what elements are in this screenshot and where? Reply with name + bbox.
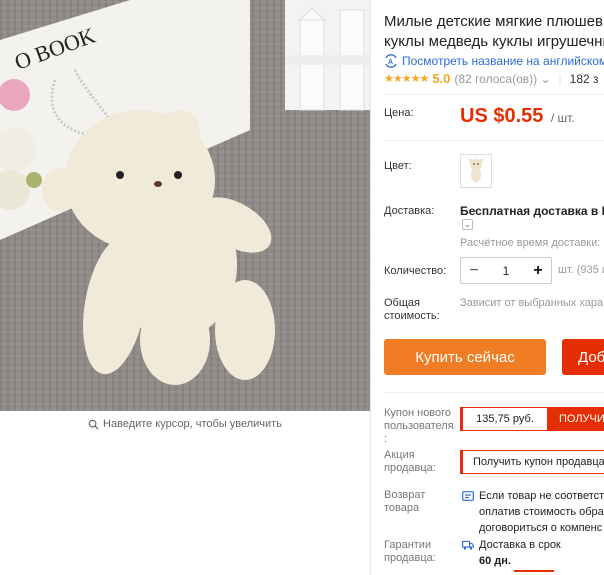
product-main-image[interactable]: O BOOK (0, 0, 370, 411)
get-coupon-button[interactable]: ПОЛУЧИ (547, 408, 604, 430)
column-divider (370, 0, 371, 575)
product-title: Милые детские мягкие плюшевые куклы медв… (384, 12, 604, 52)
new-user-coupon-label-line-1: Купон нового (384, 407, 452, 419)
svg-text:A: A (388, 59, 393, 66)
add-to-cart-button[interactable]: Доб (562, 339, 604, 375)
return-policy-line-2: оплатив стоимость обра (479, 506, 604, 518)
divider (384, 392, 604, 393)
price: US $0.55 / шт. (460, 105, 575, 128)
color-label: Цвет: (384, 160, 412, 172)
buy-now-button[interactable]: Купить сейчас (384, 339, 546, 375)
seller-guarantee-label-line-1: Гарантии (384, 539, 432, 551)
returns-label-line-2: товара (384, 502, 420, 514)
product-title-line-1: Милые детские мягкие плюшевые (384, 13, 604, 30)
new-user-coupon-label-line-3: : (384, 433, 388, 445)
rating-value: 5.0 (432, 71, 451, 86)
orders-count: 182 з (569, 71, 599, 86)
seller-guarantee-label: Гарантии продавца: (384, 539, 436, 565)
bear-thumbnail-icon (469, 159, 483, 182)
guarantee-days: 60 дн. (479, 555, 511, 567)
seller-guarantee-text: Доставка в срок 60 дн. (479, 537, 561, 569)
shipping-label: Доставка: (384, 205, 435, 217)
coupon-value: 135,75 руб. (476, 413, 534, 425)
zoom-hint-text: Наведите курсор, чтобы увеличить (103, 418, 282, 430)
shipping-option[interactable]: Бесплатная доставка в Rus (460, 204, 604, 218)
seller-promo-label-line-2: продавца: (384, 462, 436, 474)
rating-row: ★★★★★ 5.0 (82 голоса(ов)) ⌄ | 182 з (384, 71, 599, 86)
quantity-input[interactable]: 1 (487, 264, 525, 278)
chevron-down-icon[interactable]: ⌄ (462, 219, 473, 230)
price-value: US $0.55 (460, 105, 544, 127)
return-policy-line-1: Если товар не соответст (479, 490, 604, 502)
color-option-thumbnail[interactable] (460, 154, 492, 188)
quantity-stepper: − 1 + (460, 257, 552, 284)
total-label-line-2: стоимость: (384, 310, 440, 322)
return-policy-icon (462, 491, 474, 501)
new-user-coupon-label: Купон нового пользователя : (384, 407, 454, 446)
translate-link[interactable]: A Посмотреть название на английском (384, 54, 604, 68)
teddy-bear-image (42, 110, 275, 385)
seller-promo-label-line-1: Акция (384, 449, 415, 461)
seller-guarantee-label-line-2: продавца: (384, 552, 436, 564)
total-label-line-1: Общая (384, 297, 420, 309)
product-info-panel: Милые детские мягкие плюшевые куклы медв… (384, 0, 604, 575)
price-unit: / шт. (550, 111, 575, 125)
new-user-coupon-label-line-2: пользователя (384, 420, 454, 432)
seller-guarantee-line-2: 60 дн. (479, 553, 561, 569)
total-price-text: Зависит от выбранных хара (460, 297, 604, 309)
returns-label: Возврат товара (384, 489, 425, 515)
rating-count-dropdown[interactable]: (82 голоса(ов)) ⌄ (454, 72, 550, 86)
translate-link-text: Посмотреть название на английском (402, 54, 604, 68)
product-title-line-2: куклы медведь куклы игрушечные (384, 33, 604, 50)
delivery-estimate: Расчётное время доставки: (460, 237, 601, 249)
new-user-coupon: 135,75 руб. ПОЛУЧИ (460, 407, 604, 431)
magnifier-icon (88, 419, 99, 430)
quantity-decrease-button[interactable]: − (461, 258, 487, 283)
return-policy-line-3: договориться о компенс (479, 522, 603, 534)
quantity-increase-button[interactable]: + (525, 258, 551, 283)
zoom-hint: Наведите курсор, чтобы увеличить (0, 411, 370, 437)
seller-promo-label: Акция продавца: (384, 449, 436, 475)
get-seller-coupon-button[interactable]: Получить купон продавца (460, 450, 604, 474)
rating-separator: | (558, 71, 562, 86)
translate-icon: A (385, 54, 397, 68)
price-cut-off (514, 570, 554, 575)
quantity-available: шт. (935 и (558, 264, 604, 276)
quantity-label: Количество: (384, 265, 447, 277)
divider (384, 94, 604, 95)
divider (384, 140, 604, 141)
star-rating-icon: ★★★★★ (384, 73, 429, 85)
return-policy-text: Если товар не соответст оплатив стоимост… (479, 488, 604, 536)
returns-label-line-1: Возврат (384, 489, 426, 501)
delivery-truck-icon (462, 540, 474, 550)
total-label: Общая стоимость: (384, 297, 440, 323)
price-label: Цена: (384, 107, 414, 119)
fence-image-part (285, 0, 370, 111)
seller-guarantee-line-1: Доставка в срок (479, 539, 561, 551)
